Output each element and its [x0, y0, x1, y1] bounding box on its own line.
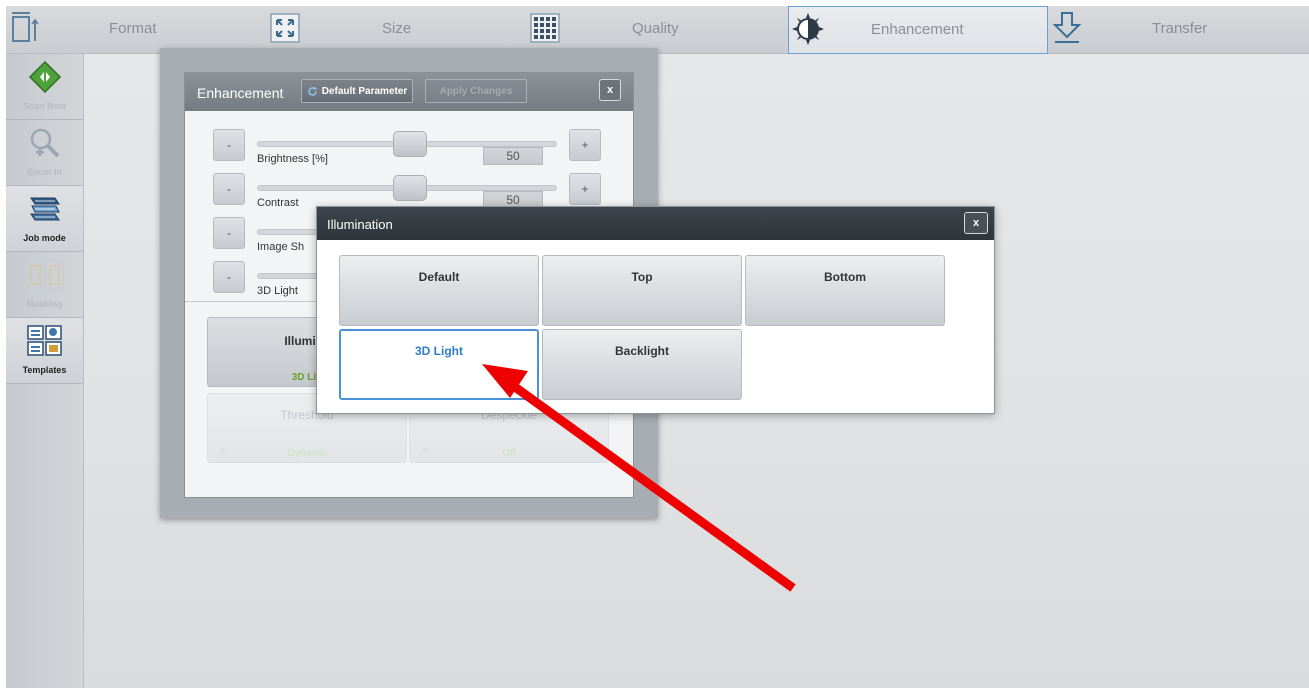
illumination-option-top[interactable]: Top [542, 255, 742, 326]
job-mode-icon [25, 190, 65, 228]
option-label: 3D Light [415, 344, 463, 358]
scan-now-label: Scan Now [22, 101, 66, 111]
templates-button[interactable]: Templates [6, 318, 83, 384]
brightness-plus-button[interactable]: + [569, 129, 601, 161]
illumination-option-bottom[interactable]: Bottom [745, 255, 945, 326]
apply-changes-label: Apply Changes [439, 85, 513, 97]
contrast-minus-button[interactable]: - [213, 173, 245, 205]
zoom-in-icon [25, 124, 65, 162]
contrast-label: Contrast [257, 197, 299, 209]
masking-label: Masking [26, 299, 63, 309]
default-parameter-label: Default Parameter [321, 85, 408, 97]
illumination-option-3d-light[interactable]: 3D Light [339, 329, 539, 400]
brightness-value: 50 [483, 147, 543, 165]
option-label: Top [631, 270, 653, 284]
templates-label: Templates [22, 365, 67, 375]
refresh-icon [307, 86, 318, 97]
top-toolbar: Format Size Quality Enhancement Transfer [6, 6, 1309, 54]
enhancement-icon [791, 11, 825, 47]
contrast-plus-button[interactable]: + [569, 173, 601, 205]
default-parameter-button[interactable]: Default Parameter [301, 79, 413, 103]
templates-icon [25, 322, 65, 360]
option-label: Backlight [614, 344, 669, 358]
3d-light-minus-button[interactable]: - [213, 261, 245, 293]
image-sharpness-label: Image Sh [257, 241, 305, 253]
tab-format-label: Format [109, 20, 157, 37]
tab-transfer[interactable]: Transfer [1048, 6, 1309, 54]
tab-size-label: Size [382, 20, 412, 37]
image-sharpness-minus-button[interactable]: - [213, 217, 245, 249]
illumination-option-default[interactable]: Default [339, 255, 539, 326]
illumination-close-button[interactable]: x [964, 212, 988, 234]
enhancement-title: Enhancement [197, 85, 284, 101]
contrast-slider-handle[interactable] [393, 175, 427, 201]
tab-quality-label: Quality [632, 20, 679, 37]
brightness-row: - Brightness [%] 50 + [185, 127, 633, 171]
size-icon [268, 10, 302, 46]
option-label: Default [418, 270, 460, 284]
tab-size[interactable]: Size [266, 6, 528, 54]
illumination-dialog: Illumination x Default Top Bottom 3D Lig… [316, 206, 995, 414]
option-label: Bottom [824, 270, 866, 284]
app-window: Format Size Quality Enhancement Transfer [6, 6, 1309, 688]
job-mode-button[interactable]: Job mode [6, 186, 83, 252]
3d-light-label: 3D Light [257, 285, 298, 297]
job-mode-label: Job mode [23, 233, 66, 243]
illumination-title: Illumination [327, 217, 393, 232]
close-icon: x [972, 217, 980, 229]
tab-enhancement[interactable]: Enhancement [788, 6, 1048, 54]
transfer-icon [1050, 10, 1084, 46]
left-sidebar: Scan Now Zoom in Job mode Masking Templa… [6, 54, 84, 688]
brightness-minus-button[interactable]: - [213, 129, 245, 161]
close-icon: x [606, 84, 614, 96]
masking-button[interactable]: Masking [6, 252, 83, 318]
scan-now-button[interactable]: Scan Now [6, 54, 83, 120]
brightness-slider-handle[interactable] [393, 131, 427, 157]
brightness-label: Brightness [%] [257, 153, 328, 165]
apply-changes-button[interactable]: Apply Changes [425, 79, 527, 103]
quality-icon [528, 10, 562, 46]
masking-icon [25, 256, 65, 294]
enhancement-close-button[interactable]: x [599, 79, 621, 101]
illumination-header: Illumination x [317, 207, 994, 240]
tab-enhancement-label: Enhancement [871, 21, 964, 38]
threshold-tile-value: Dynamic [287, 448, 327, 459]
tab-transfer-label: Transfer [1152, 20, 1208, 37]
tab-quality[interactable]: Quality [528, 6, 788, 54]
despeckle-tile-value: Off [502, 448, 516, 459]
scan-icon [25, 58, 65, 96]
illumination-option-backlight[interactable]: Backlight [542, 329, 742, 400]
zoom-in-label: Zoom in [27, 167, 62, 177]
tab-format[interactable]: Format [6, 6, 266, 54]
format-icon [8, 10, 42, 46]
enhancement-header: Enhancement Default Parameter Apply Chan… [185, 73, 633, 111]
zoom-in-button[interactable]: Zoom in [6, 120, 83, 186]
